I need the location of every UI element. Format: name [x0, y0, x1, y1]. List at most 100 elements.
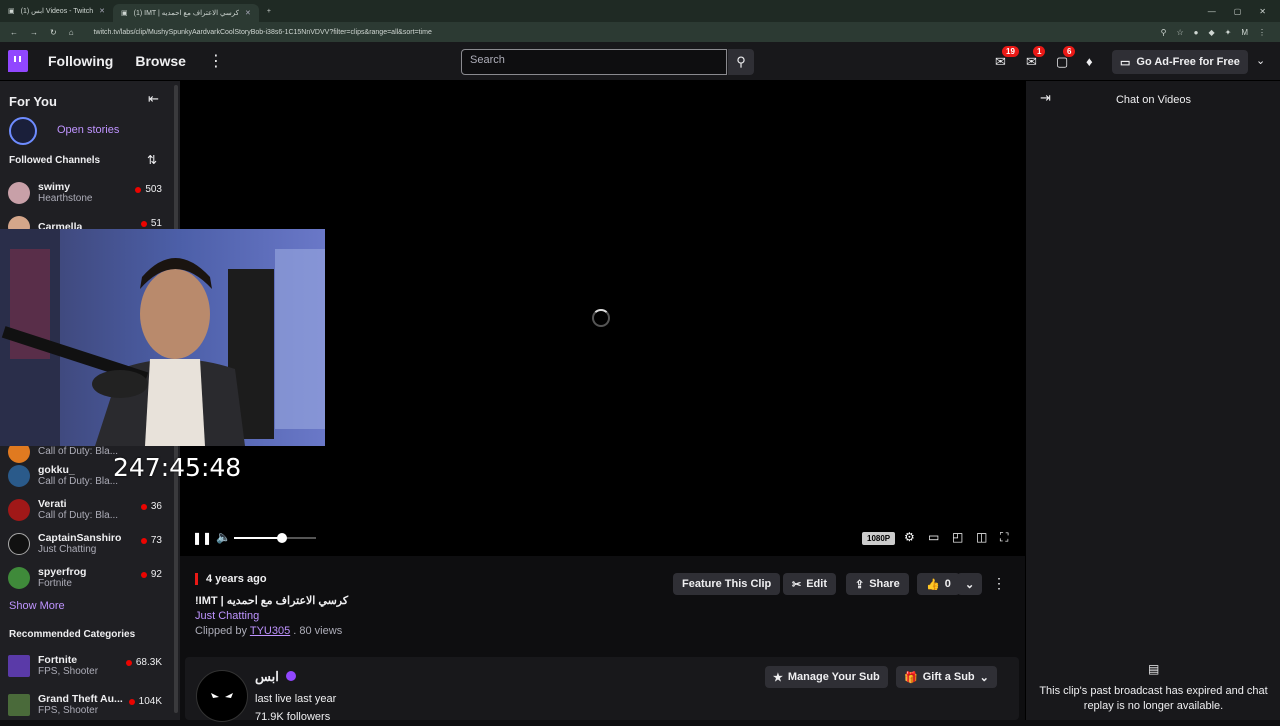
- notification-badge: 6: [1063, 46, 1076, 57]
- volume-fill: [234, 537, 282, 539]
- whispers-button[interactable]: ✉ 1: [1026, 46, 1046, 70]
- clapperboard-icon: ▤: [1148, 662, 1160, 676]
- like-dropdown-button[interactable]: ⌄: [957, 573, 983, 595]
- avatar: [8, 567, 30, 589]
- elapsed-timer: 247:45:48: [113, 453, 242, 482]
- extension-icon[interactable]: ◆: [1208, 28, 1214, 37]
- volume-slider-handle[interactable]: [277, 533, 287, 543]
- bookmark-star-icon[interactable]: ☆: [1176, 28, 1183, 37]
- feature-clip-button[interactable]: Feature This Clip: [673, 573, 781, 595]
- search-icon: ⚲: [736, 54, 746, 69]
- browse-link[interactable]: Browse: [135, 53, 186, 69]
- viewer-count: 73: [141, 535, 162, 546]
- gift-icon: 🎁: [904, 671, 918, 684]
- home-icon[interactable]: ⌂: [69, 28, 74, 37]
- forward-icon[interactable]: →: [30, 28, 38, 37]
- last-live: last live last year: [255, 693, 337, 705]
- viewer-count: 51: [141, 218, 162, 229]
- activity-button[interactable]: ▢ 6: [1056, 46, 1076, 70]
- recommended-categories-heading: Recommended Categories: [9, 629, 136, 640]
- crown-button[interactable]: ♦: [1086, 54, 1093, 69]
- sidebar-toggle-icon[interactable]: ◫: [976, 530, 987, 544]
- viewer-count: 92: [141, 569, 162, 580]
- close-window-icon[interactable]: ✕: [1259, 7, 1266, 16]
- user-menu-icon[interactable]: ⌄: [1256, 54, 1265, 67]
- extensions-puzzle-icon[interactable]: ✦: [1225, 28, 1232, 37]
- sidebar-item-spyerfrog[interactable]: spyerfrog Fortnite 92: [8, 563, 168, 593]
- chevron-down-icon: ⌄: [965, 578, 975, 591]
- manage-sub-button[interactable]: ★ Manage Your Sub: [765, 666, 888, 688]
- notification-badge: 19: [1002, 46, 1019, 57]
- more-options-icon[interactable]: ⋮: [208, 51, 224, 71]
- collapse-sidebar-icon[interactable]: ⇤: [148, 91, 159, 107]
- extensions-area: ⚲ ☆ ● ◆ ✦ M ⋮: [1161, 28, 1280, 37]
- share-icon: ⇪: [855, 578, 865, 591]
- maximize-icon[interactable]: ▢: [1234, 7, 1242, 16]
- for-you-heading: For You: [9, 94, 57, 109]
- close-icon[interactable]: ✕: [99, 7, 105, 15]
- twitch-logo[interactable]: [8, 50, 28, 72]
- go-ad-free-button[interactable]: ▭ Go Ad-Free for Free: [1112, 50, 1248, 74]
- channel-avatar[interactable]: [196, 670, 248, 722]
- edit-button[interactable]: ✂ Edit: [783, 573, 836, 595]
- clipper-link[interactable]: TYU305: [250, 625, 290, 637]
- top-navigation: Following Browse ⋮ Search ⚲ ✉ 19 ✉ 1 ▢ 6 ♦ …: [0, 42, 1280, 81]
- reload-icon[interactable]: ↻: [50, 28, 57, 37]
- viewer-count: 36: [141, 501, 162, 512]
- stories-avatar[interactable]: [9, 117, 37, 145]
- profile-icon[interactable]: M: [1241, 28, 1248, 37]
- url-field[interactable]: twitch.tv/labs/clip/MushySpunkyAardvarkC…: [94, 29, 432, 36]
- scissors-icon: ✂: [792, 578, 802, 591]
- verified-badge-icon: [286, 671, 296, 681]
- thumbs-up-icon: 👍: [926, 578, 940, 591]
- viewer-count: 68.3K: [126, 657, 162, 668]
- channel-name[interactable]: ابس: [255, 669, 279, 685]
- sidebar-item-fortnite[interactable]: Fortnite FPS, Shooter 68.3K: [8, 651, 168, 681]
- cast-icon[interactable]: ◰: [952, 530, 963, 544]
- sidebar-item-swimy[interactable]: swimy Hearthstone 503: [8, 178, 168, 208]
- show-more-link[interactable]: Show More: [9, 600, 65, 612]
- avatar: [8, 499, 30, 521]
- settings-gear-icon[interactable]: ⚙: [904, 530, 915, 544]
- webcam-overlay: [0, 229, 325, 446]
- inbox-button[interactable]: ✉ 19: [995, 46, 1019, 70]
- category-link[interactable]: Just Chatting: [195, 610, 259, 622]
- extension-icon[interactable]: ●: [1194, 28, 1199, 37]
- share-button[interactable]: ⇪ Share: [846, 573, 909, 595]
- close-icon[interactable]: ✕: [245, 9, 251, 17]
- tab-videos[interactable]: ▣ ابس (1) Videos - Twitch ✕: [0, 2, 113, 20]
- menu-icon[interactable]: ⋮: [1258, 28, 1266, 37]
- sidebar-item-verati[interactable]: Verati Call of Duty: Bla... 36: [8, 495, 168, 525]
- back-icon[interactable]: ←: [10, 28, 18, 37]
- crown-icon: ♦: [1086, 54, 1093, 69]
- channel-avatar-face-icon: [211, 693, 233, 698]
- chat-panel: ⇥ Chat on Videos ▤ This clip's past broa…: [1025, 81, 1280, 720]
- theatre-mode-icon[interactable]: ▭: [928, 530, 939, 544]
- minimize-icon[interactable]: —: [1208, 7, 1216, 16]
- sort-icon[interactable]: ⇅: [147, 153, 157, 167]
- sidebar-item-captainsanshiro[interactable]: CaptainSanshiro Just Chatting 73: [8, 529, 168, 559]
- viewer-count: 503: [135, 184, 162, 195]
- clip-title: !IMT | كرسي الاعتراف مع احمديه: [195, 595, 349, 607]
- tab-clip[interactable]: ▣ (1) IMT | كرسي الاعتراف مع احمديه ✕: [113, 4, 259, 22]
- search-button[interactable]: ⚲: [728, 49, 754, 75]
- volume-icon[interactable]: 🔈: [216, 530, 231, 544]
- pause-icon[interactable]: ❚❚: [192, 531, 212, 545]
- zoom-icon[interactable]: ⚲: [1161, 28, 1167, 37]
- tv-icon: ▭: [1120, 56, 1131, 69]
- twitch-tab-icon: ▣: [8, 8, 15, 15]
- chevron-down-icon: ⌄: [979, 671, 989, 684]
- fullscreen-icon[interactable]: ⛶: [1000, 530, 1008, 545]
- new-tab-button[interactable]: +: [259, 2, 279, 20]
- follower-count: 71.9K followers: [255, 711, 331, 723]
- open-stories-link[interactable]: Open stories: [57, 124, 119, 136]
- more-options-icon[interactable]: ⋮: [992, 575, 1006, 592]
- notification-badge: 1: [1033, 46, 1046, 57]
- like-button[interactable]: 👍 0: [917, 573, 960, 595]
- gift-sub-button[interactable]: 🎁 Gift a Sub ⌄: [896, 666, 997, 688]
- sidebar-item-gta[interactable]: Grand Theft Au... FPS, Shooter 104K: [8, 690, 168, 720]
- chat-expired-message: This clip's past broadcast has expired a…: [1039, 685, 1268, 712]
- following-link[interactable]: Following: [48, 53, 113, 69]
- search-input[interactable]: Search: [461, 49, 727, 75]
- twitch-tab-icon: ▣: [121, 10, 128, 17]
